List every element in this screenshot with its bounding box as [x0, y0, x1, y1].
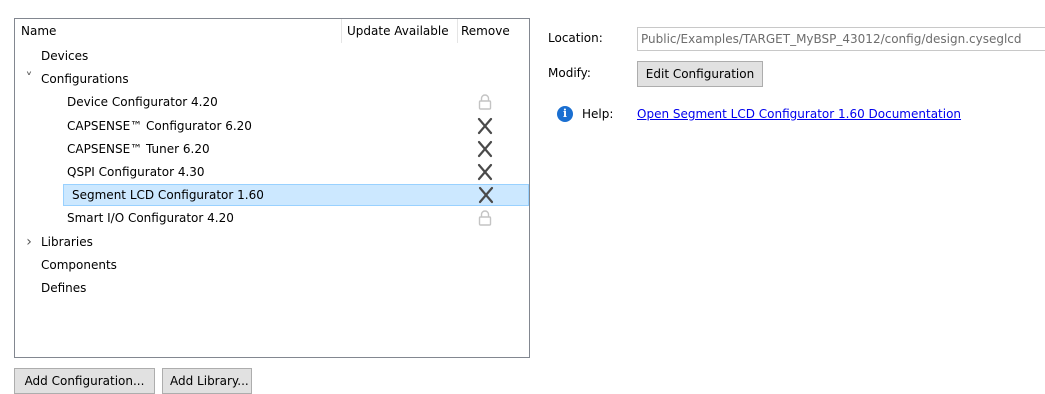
- column-header-update-available[interactable]: Update Available: [341, 19, 457, 43]
- configurations-tree[interactable]: Name Update Available Remove Devices ˅ Con…: [14, 18, 530, 358]
- documentation-link[interactable]: Open Segment LCD Configurator 1.60 Docum…: [637, 107, 961, 121]
- tree-row[interactable]: Defines: [15, 277, 529, 299]
- tree-row[interactable]: QSPI Configurator 4.30: [15, 161, 529, 183]
- remove-icon[interactable]: [475, 139, 495, 159]
- chevron-down-icon[interactable]: ˅: [23, 68, 35, 90]
- add-configuration-button[interactable]: Add Configuration...: [14, 368, 155, 394]
- tree-item-label: CAPSENSE™ Tuner 6.20: [67, 141, 210, 156]
- tree-row[interactable]: ˅ Configurations: [15, 68, 529, 90]
- chevron-right-icon[interactable]: ›: [23, 231, 35, 253]
- tree-item-label: Device Configurator 4.20: [67, 95, 218, 110]
- tree-item-label: Defines: [41, 281, 87, 295]
- column-header-remove[interactable]: Remove: [457, 19, 531, 43]
- location-label: Location:: [548, 31, 603, 45]
- tree-item-label: QSPI Configurator 4.30: [67, 165, 205, 179]
- tree-row[interactable]: CAPSENSE™ Tuner 6.20: [15, 138, 529, 160]
- lock-icon: [475, 92, 495, 112]
- add-library-button[interactable]: Add Library...: [162, 368, 252, 394]
- tree-item-label: CAPSENSE™ Configurator 6.20: [67, 118, 252, 133]
- tree-row[interactable]: › Libraries: [15, 231, 529, 253]
- tree-item-label: Devices: [41, 49, 89, 63]
- tree-row[interactable]: Segment LCD Configurator 1.60: [63, 184, 529, 207]
- tree-item-label: Components: [41, 257, 117, 272]
- lock-icon: [475, 208, 495, 228]
- remove-icon[interactable]: [476, 185, 496, 205]
- tree-row[interactable]: Components: [15, 254, 529, 276]
- info-icon: i: [557, 106, 573, 122]
- tree-row[interactable]: Smart I/O Configurator 4.20: [15, 207, 529, 229]
- tree-row[interactable]: Device Configurator 4.20: [15, 91, 529, 113]
- tree-header: Name Update Available Remove: [15, 19, 529, 43]
- library-manager-window: Name Update Available Remove Devices ˅ Con…: [0, 0, 1045, 394]
- tree-row[interactable]: CAPSENSE™ Configurator 6.20: [15, 115, 529, 137]
- tree-item-label: Configurations: [41, 72, 129, 87]
- remove-icon[interactable]: [475, 116, 495, 136]
- tree-item-label: Smart I/O Configurator 4.20: [67, 211, 234, 226]
- location-field[interactable]: Public/Examples/TARGET_MyBSP_43012/confi…: [637, 27, 1045, 51]
- remove-icon[interactable]: [475, 162, 495, 182]
- tree-item-label: Libraries: [41, 234, 93, 249]
- tree-row[interactable]: Devices: [15, 45, 529, 67]
- column-header-name[interactable]: Name: [15, 19, 341, 43]
- edit-configuration-button[interactable]: Edit Configuration: [637, 61, 763, 87]
- modify-label: Modify:: [548, 66, 591, 80]
- help-label: Help:: [582, 107, 614, 121]
- tree-item-label: Segment LCD Configurator 1.60: [72, 188, 264, 203]
